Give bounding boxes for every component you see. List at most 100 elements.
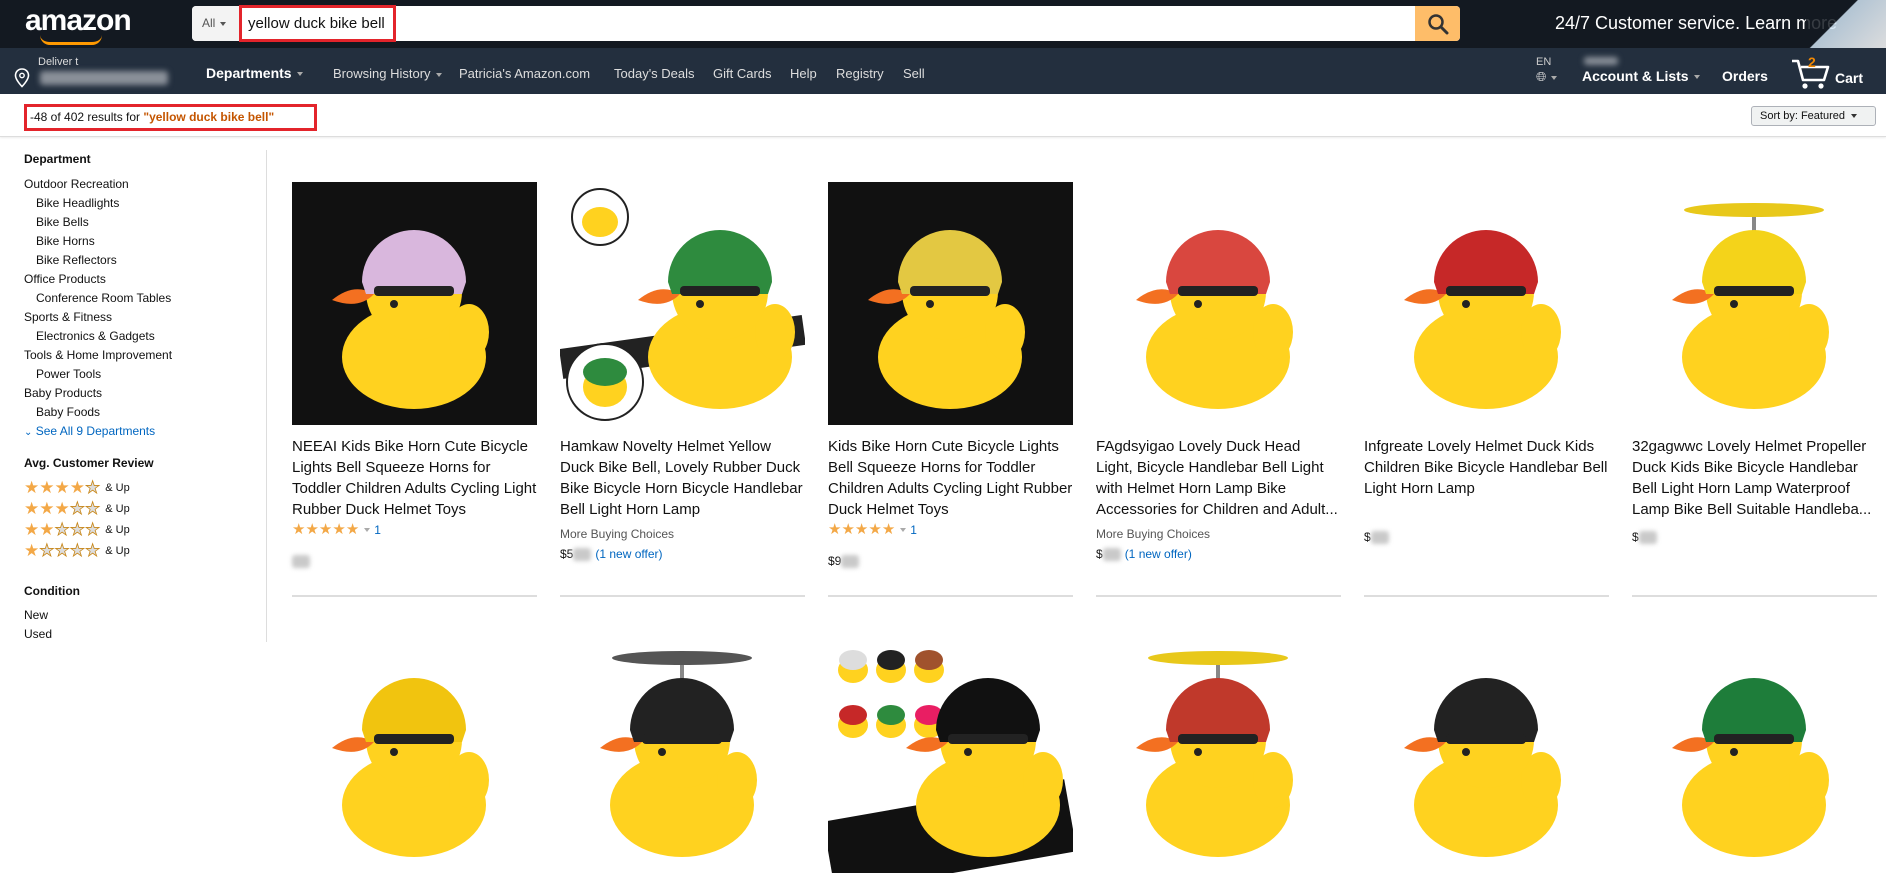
nav-registry[interactable]: Registry	[836, 66, 884, 81]
product-card[interactable]	[1364, 630, 1609, 873]
condition-new[interactable]: New	[24, 608, 48, 622]
product-card[interactable]: Infgreate Lovely Helmet Duck Kids Childr…	[1364, 182, 1609, 598]
product-image[interactable]	[1364, 630, 1609, 873]
search-category-label: All	[202, 16, 216, 30]
product-title[interactable]: Kids Bike Horn Cute Bicycle Lights Bell …	[828, 436, 1073, 520]
department-filter-item[interactable]: Sports & Fitness	[24, 310, 112, 324]
product-title[interactable]: 32gagwwc Lovely Helmet Propeller Duck Ki…	[1632, 436, 1877, 520]
globe-icon: 🌐︎	[1536, 69, 1547, 84]
nav-help[interactable]: Help	[790, 66, 817, 81]
department-filter-item[interactable]: Bike Reflectors	[36, 253, 117, 267]
review-filter-1-stars[interactable]: ★ ★ ★ ★ ★ & Up	[24, 542, 130, 560]
product-image[interactable]	[560, 630, 805, 873]
condition-used[interactable]: Used	[24, 627, 52, 641]
product-card[interactable]: 32gagwwc Lovely Helmet Propeller Duck Ki…	[1632, 182, 1877, 598]
product-card[interactable]	[828, 630, 1073, 873]
product-card[interactable]: FAgdsyigao Lovely Duck Head Light, Bicyc…	[1096, 182, 1341, 598]
product-image[interactable]	[1632, 630, 1877, 873]
department-filter-item[interactable]: Office Products	[24, 272, 106, 286]
product-card[interactable]	[292, 630, 537, 873]
nav-departments-label: Departments	[206, 65, 292, 81]
product-price: $5 (1 new offer)	[560, 547, 663, 562]
product-image-svg	[1364, 182, 1609, 425]
star-icon: ★	[54, 520, 70, 539]
department-filter-item[interactable]: Bike Bells	[36, 215, 89, 229]
cart-button[interactable]: 2 Cart	[1790, 52, 1880, 92]
product-card[interactable]	[560, 630, 805, 873]
redacted-price	[1102, 548, 1121, 562]
search-input[interactable]	[240, 6, 1408, 41]
nav-patricias-amazon[interactable]: Patricia's Amazon.com	[459, 66, 590, 81]
product-card[interactable]	[1632, 630, 1877, 873]
product-rating[interactable]: ★ ★ ★ ★ ★ 1	[292, 522, 381, 538]
review-count[interactable]: 1	[374, 523, 381, 537]
review-filter-4-stars[interactable]: ★ ★ ★ ★ ★ & Up	[24, 478, 130, 497]
product-card[interactable]: Hamkaw Novelty Helmet Yellow Duck Bike B…	[560, 182, 805, 598]
product-title[interactable]: Hamkaw Novelty Helmet Yellow Duck Bike B…	[560, 436, 805, 520]
see-all-departments-link[interactable]: ⌄ See All 9 Departments	[24, 424, 155, 438]
deliver-label: Deliver t	[38, 56, 79, 68]
nav-browsing-history[interactable]: Browsing History	[333, 66, 442, 81]
department-filter-item[interactable]: Baby Foods	[36, 405, 100, 419]
product-image[interactable]	[1096, 630, 1341, 873]
product-image[interactable]	[560, 182, 805, 425]
product-image-svg	[560, 630, 805, 873]
product-image[interactable]	[828, 182, 1073, 425]
search-button[interactable]	[1415, 6, 1460, 41]
department-filter-item[interactable]: Outdoor Recreation	[24, 177, 129, 191]
review-filter-3-stars[interactable]: ★ ★ ★ ★ ★ & Up	[24, 500, 130, 518]
product-title[interactable]: FAgdsyigao Lovely Duck Head Light, Bicyc…	[1096, 436, 1341, 520]
language-selector[interactable]: EN 🌐︎	[1536, 56, 1558, 85]
new-offer-link[interactable]: (1 new offer)	[1125, 547, 1192, 561]
product-card[interactable]	[1096, 630, 1341, 873]
card-divider	[1632, 595, 1877, 597]
department-filter-item[interactable]: Electronics & Gadgets	[36, 329, 155, 343]
customer-service-promo[interactable]: 24/7 Customer service. Learn more	[1555, 13, 1837, 34]
review-filter-label: & Up	[105, 524, 130, 536]
product-title[interactable]: Infgreate Lovely Helmet Duck Kids Childr…	[1364, 436, 1609, 499]
amazon-smile-icon	[40, 35, 102, 45]
redacted-price	[841, 555, 860, 569]
product-image[interactable]	[1096, 182, 1341, 425]
product-card[interactable]: Kids Bike Horn Cute Bicycle Lights Bell …	[828, 182, 1073, 598]
department-filter-item[interactable]: Baby Products	[24, 386, 102, 400]
product-image[interactable]	[828, 630, 1073, 873]
account-and-lists[interactable]: Account & Lists	[1582, 68, 1700, 84]
search-category-dropdown[interactable]: All	[192, 6, 240, 41]
department-heading: Department	[24, 152, 91, 166]
department-filter-item[interactable]: Tools & Home Improvement	[24, 348, 172, 362]
redacted-price	[292, 555, 310, 569]
amazon-logo[interactable]: amazon	[25, 4, 132, 38]
department-filter-item[interactable]: Bike Headlights	[36, 196, 119, 210]
star-icon: ★	[854, 521, 869, 538]
star-icon: ★	[881, 521, 896, 538]
nav-departments[interactable]: Departments	[206, 65, 303, 81]
redacted-account-name	[1584, 57, 1618, 65]
product-price: $ (1 new offer)	[1096, 547, 1192, 562]
nav-todays-deals[interactable]: Today's Deals	[614, 66, 695, 81]
star-icon: ★	[868, 521, 882, 538]
review-count[interactable]: 1	[910, 523, 917, 537]
product-image[interactable]	[292, 182, 537, 425]
department-filter-item[interactable]: Bike Horns	[36, 234, 95, 248]
department-filter-item[interactable]: Conference Room Tables	[36, 291, 171, 305]
sort-dropdown[interactable]: Sort by: Featured	[1751, 106, 1876, 126]
review-heading: Avg. Customer Review	[24, 456, 154, 470]
product-image[interactable]	[292, 630, 537, 873]
star-icon: ★	[69, 478, 85, 497]
review-filter-label: & Up	[105, 503, 130, 515]
product-rating[interactable]: ★ ★ ★ ★ ★ 1	[828, 522, 917, 538]
orders-link[interactable]: Orders	[1722, 68, 1768, 84]
star-icon: ★	[828, 521, 842, 538]
department-filter-item[interactable]: Power Tools	[36, 367, 101, 381]
product-image[interactable]	[1364, 182, 1609, 425]
nav-gift-cards[interactable]: Gift Cards	[713, 66, 772, 81]
product-image[interactable]	[1632, 182, 1877, 425]
review-filter-2-stars[interactable]: ★ ★ ★ ★ ★ & Up	[24, 520, 130, 539]
nav-sell[interactable]: Sell	[903, 66, 925, 81]
new-offer-link[interactable]: (1 new offer)	[595, 547, 662, 561]
product-image-svg	[828, 630, 1073, 873]
product-title[interactable]: NEEAI Kids Bike Horn Cute Bicycle Lights…	[292, 436, 537, 520]
star-icon: ★	[332, 521, 346, 538]
product-card[interactable]: NEEAI Kids Bike Horn Cute Bicycle Lights…	[292, 182, 537, 598]
